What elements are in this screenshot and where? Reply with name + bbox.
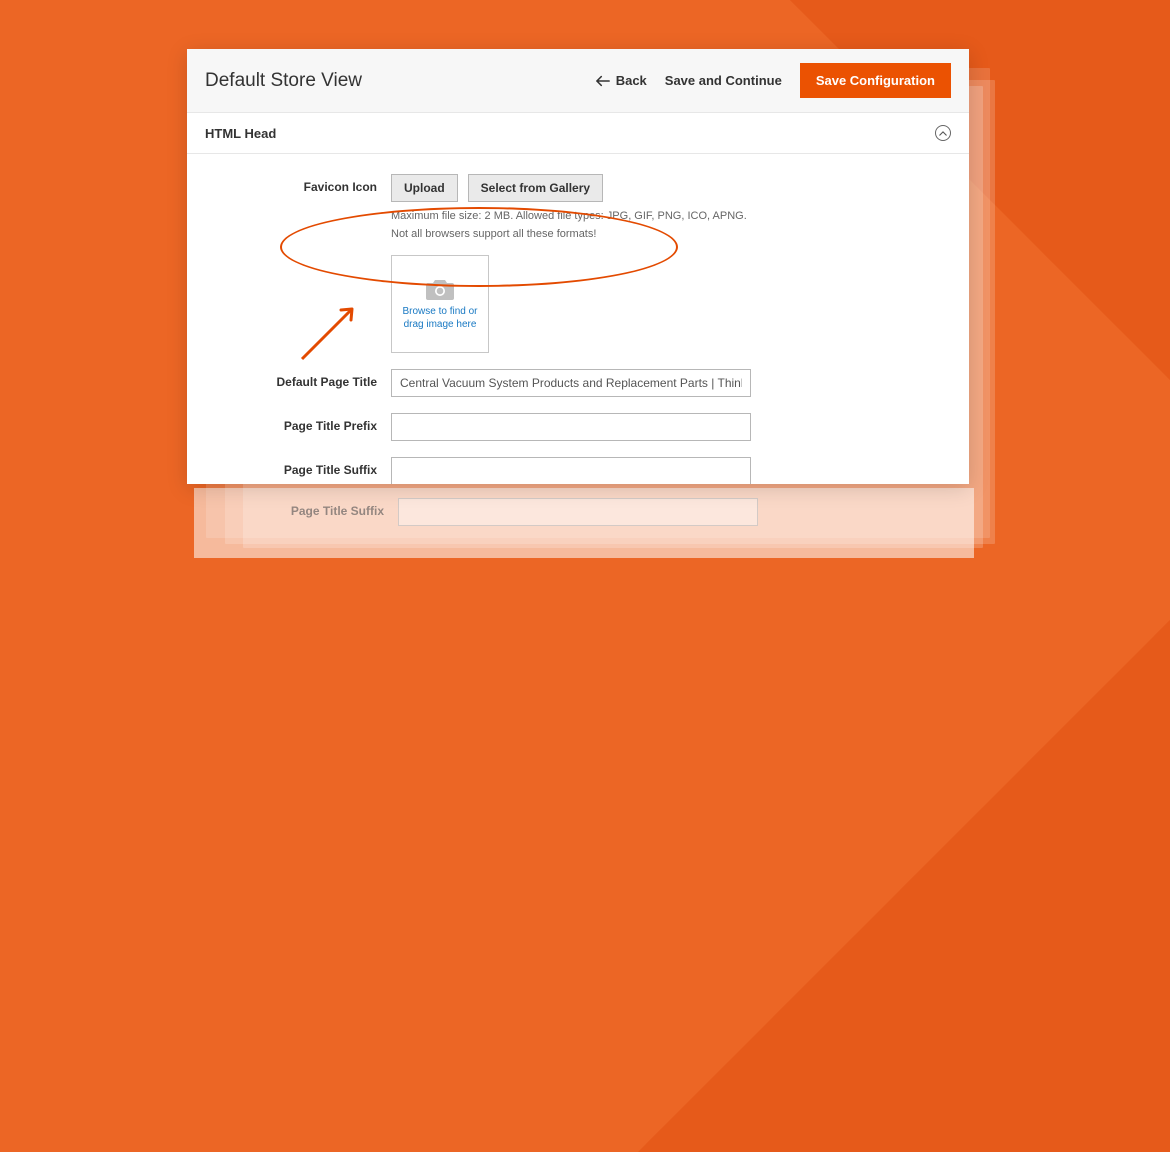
page-title-suffix-label: Page Title Suffix [205,457,377,477]
section-header[interactable]: HTML Head [187,113,969,154]
default-page-title-row: Default Page Title [205,369,951,397]
arrow-left-icon [596,75,610,87]
favicon-hint-1: Maximum file size: 2 MB. Allowed file ty… [391,208,751,226]
chevron-up-icon [939,131,947,136]
back-label: Back [616,73,647,88]
dropzone-text: Browse to find or drag image here [398,305,482,331]
ghost-field-label: Page Title Suffix [212,498,384,526]
page-title-prefix-label: Page Title Prefix [205,413,377,433]
ghost-panel: Page Title Suffix [194,488,974,558]
favicon-dropzone[interactable]: Browse to find or drag image here [391,255,489,353]
page-title-prefix-row: Page Title Prefix [205,413,951,441]
collapse-toggle[interactable] [935,125,951,141]
form-area: Favicon Icon Upload Select from Gallery … [187,154,969,484]
favicon-label: Favicon Icon [205,174,377,194]
favicon-controls: Upload Select from Gallery Maximum file … [391,174,751,353]
section-title: HTML Head [205,126,276,141]
panel-header: Default Store View Back Save and Continu… [187,49,969,113]
page-title: Default Store View [205,70,362,92]
back-button[interactable]: Back [596,73,647,88]
config-panel: Default Store View Back Save and Continu… [187,49,969,484]
page-title-prefix-input[interactable] [391,413,751,441]
header-actions: Back Save and Continue Save Configuratio… [596,63,951,98]
favicon-row: Favicon Icon Upload Select from Gallery … [205,174,951,353]
default-page-title-label: Default Page Title [205,369,377,389]
select-from-gallery-button[interactable]: Select from Gallery [468,174,603,202]
save-configuration-button[interactable]: Save Configuration [800,63,951,98]
camera-icon [425,277,455,301]
page-title-suffix-row: Page Title Suffix [205,457,951,484]
ghost-field-input [398,498,758,526]
default-page-title-input[interactable] [391,369,751,397]
upload-button[interactable]: Upload [391,174,458,202]
save-and-continue-button[interactable]: Save and Continue [665,73,782,88]
page-title-suffix-input[interactable] [391,457,751,484]
favicon-hint-2: Not all browsers support all these forma… [391,226,751,244]
